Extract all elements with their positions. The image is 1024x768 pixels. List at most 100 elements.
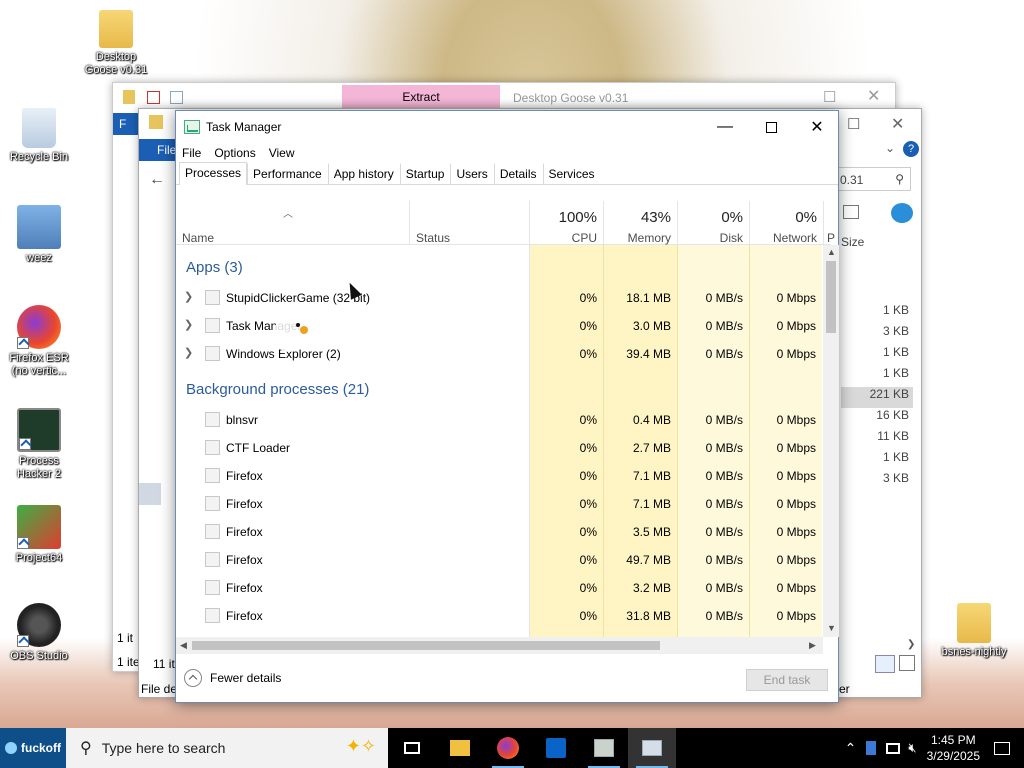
tab-details[interactable]: Details bbox=[493, 163, 543, 184]
task-manager-icon bbox=[642, 740, 662, 756]
vertical-scrollbar[interactable]: ▲ ▼ bbox=[823, 245, 839, 637]
scroll-up-arrow[interactable]: ▲ bbox=[827, 247, 836, 257]
tab-app-history[interactable]: App history bbox=[327, 163, 400, 184]
outlook-icon bbox=[546, 738, 566, 758]
memory-total: 43% bbox=[640, 209, 671, 226]
network-icon[interactable] bbox=[886, 742, 901, 754]
shortcut-arrow-icon bbox=[19, 438, 31, 450]
minimize-button[interactable]: — bbox=[702, 111, 748, 143]
file-menu-tab[interactable]: F bbox=[113, 113, 139, 135]
clock[interactable]: 1:45 PM 3/29/2025 bbox=[927, 732, 980, 764]
process-icon bbox=[205, 496, 220, 511]
process-icon bbox=[205, 580, 220, 595]
column-name[interactable]: Name bbox=[182, 231, 214, 245]
column-disk[interactable]: 0% Disk bbox=[677, 201, 749, 245]
size-column-header[interactable]: Size bbox=[841, 235, 864, 249]
close-icon[interactable]: ✕ bbox=[891, 114, 904, 134]
app-icon bbox=[205, 346, 220, 361]
taskbar-process-hacker[interactable] bbox=[580, 728, 628, 768]
desktop-icon-project64[interactable]: Project64 bbox=[3, 505, 75, 565]
preview-pane-icon[interactable] bbox=[843, 205, 859, 219]
task-manager-titlebar: Task Manager — ✕ bbox=[176, 111, 838, 143]
share-icon[interactable] bbox=[891, 203, 913, 223]
desktop-icon-obs[interactable]: OBS Studio bbox=[3, 603, 75, 663]
column-memory[interactable]: 43% Memory bbox=[603, 201, 677, 245]
tab-processes[interactable]: Processes bbox=[179, 162, 248, 185]
close-button[interactable]: ✕ bbox=[794, 111, 840, 143]
column-cpu[interactable]: 100% CPU bbox=[529, 201, 603, 245]
table-row[interactable]: Firefox 0% 3.2 MB 0 MB/s 0 Mbps bbox=[176, 573, 822, 601]
start-button[interactable]: fuckoff bbox=[0, 728, 66, 768]
desktop-icon-goose-folder[interactable]: Desktop Goose v0.31 bbox=[80, 10, 152, 77]
clock-time: 1:45 PM bbox=[930, 733, 976, 747]
task-view-button[interactable] bbox=[388, 728, 436, 768]
chevron-right-icon[interactable]: ❯ bbox=[184, 290, 193, 303]
column-status-cell[interactable]: Status bbox=[409, 201, 529, 245]
desktop-icon-firefox[interactable]: Firefox ESR (no vertic... bbox=[3, 305, 75, 378]
volume-muted-icon[interactable]: 🔇︎ bbox=[908, 740, 916, 756]
table-row[interactable]: Firefox 0% 49.7 MB 0 MB/s 0 Mbps bbox=[176, 545, 822, 573]
folder-icon bbox=[957, 603, 991, 643]
table-row[interactable]: ❯ StupidClickerGame (32 bit) 0% 18.1 MB … bbox=[176, 283, 822, 311]
obs-icon bbox=[17, 603, 61, 647]
fewer-details-button[interactable]: Fewer details bbox=[184, 669, 281, 687]
table-row[interactable]: Firefox 0% 7.1 MB 0 MB/s 0 Mbps bbox=[176, 489, 822, 517]
usb-drive-icon[interactable] bbox=[866, 741, 877, 755]
scroll-left-arrow[interactable]: ◀ bbox=[180, 640, 187, 651]
table-row[interactable]: Firefox 0% 3.5 MB 0 MB/s 0 Mbps bbox=[176, 517, 822, 545]
taskbar-file-explorer[interactable] bbox=[436, 728, 484, 768]
desktop-icon-recycle-bin[interactable]: Recycle Bin bbox=[3, 108, 75, 164]
menu-options[interactable]: Options bbox=[214, 146, 255, 160]
taskbar-outlook[interactable] bbox=[532, 728, 580, 768]
maximize-icon[interactable]: ☐ bbox=[823, 88, 836, 106]
notifications-icon[interactable] bbox=[994, 741, 1010, 755]
table-row[interactable]: ❯ Windows Explorer (2) 0% 39.4 MB 0 MB/s… bbox=[176, 339, 822, 367]
chevron-down-icon[interactable]: ⌄ bbox=[885, 141, 895, 155]
extract-tab[interactable]: Extract bbox=[342, 85, 500, 109]
scroll-down-arrow[interactable]: ▼ bbox=[827, 623, 836, 633]
vertical-scroll-thumb[interactable] bbox=[826, 261, 836, 333]
task-manager-icon bbox=[184, 120, 200, 134]
tab-users[interactable]: Users bbox=[450, 163, 493, 184]
chevron-right-icon[interactable]: ❯ bbox=[184, 318, 193, 331]
firefox-icon bbox=[17, 305, 61, 349]
horizontal-scroll-thumb[interactable] bbox=[192, 641, 660, 650]
menu-file[interactable]: File bbox=[182, 146, 201, 160]
file-menu-tab[interactable]: File bbox=[139, 139, 179, 161]
taskbar-search-box[interactable]: ⚲ Type here to search ✦✧ bbox=[66, 728, 388, 768]
table-row[interactable]: Firefox 0% 31.8 MB 0 MB/s 0 Mbps bbox=[176, 601, 822, 629]
chevron-up-icon[interactable]: ⌃ bbox=[845, 740, 857, 757]
column-network[interactable]: 0% Network bbox=[749, 201, 823, 245]
back-arrow-icon[interactable]: ← bbox=[149, 171, 165, 189]
tab-performance[interactable]: Performance bbox=[247, 163, 328, 184]
desktop-icon-weez[interactable]: weez bbox=[3, 205, 75, 265]
tab-startup[interactable]: Startup bbox=[399, 163, 451, 184]
maximize-icon[interactable]: ☐ bbox=[847, 115, 860, 133]
maximize-button[interactable] bbox=[748, 111, 794, 143]
column-power[interactable]: P bbox=[823, 201, 835, 245]
desktop-icon-bsnes[interactable]: bsnes-nightly bbox=[938, 603, 1010, 659]
table-row[interactable]: CTF Loader 0% 2.7 MB 0 MB/s 0 Mbps bbox=[176, 433, 822, 461]
help-icon[interactable]: ? bbox=[903, 141, 919, 157]
task-manager-window[interactable]: Task Manager — ✕ File Options View Proce… bbox=[175, 110, 839, 703]
desktop-icon-process-hacker[interactable]: Process Hacker 2 bbox=[3, 408, 75, 481]
details-view-icon[interactable] bbox=[875, 655, 895, 673]
memory-label: Memory bbox=[627, 231, 671, 245]
search-box[interactable]: 0.31 ⚲ bbox=[835, 167, 911, 191]
taskbar-firefox[interactable] bbox=[484, 728, 532, 768]
menu-view[interactable]: View bbox=[269, 146, 295, 160]
tab-services[interactable]: Services bbox=[542, 163, 601, 184]
menu-bar: File Options View bbox=[176, 143, 838, 163]
table-row[interactable]: blnsvr 0% 0.4 MB 0 MB/s 0 Mbps bbox=[176, 405, 822, 433]
chevron-right-icon[interactable]: ❯ bbox=[184, 346, 193, 359]
end-task-button[interactable]: End task bbox=[746, 669, 828, 691]
taskbar-task-manager[interactable] bbox=[628, 728, 676, 768]
scroll-right-arrow[interactable]: ❯ bbox=[907, 639, 915, 650]
close-icon[interactable]: ✕ bbox=[867, 86, 880, 106]
process-list[interactable]: Apps (3) ❯ StupidClickerGame (32 bit) 0%… bbox=[176, 245, 822, 637]
shortcut-arrow-icon bbox=[17, 337, 29, 349]
column-header-row: ︿ Name Status 100% CPU 43% Memory 0% Dis… bbox=[176, 201, 835, 245]
scroll-right-arrow[interactable]: ▶ bbox=[809, 640, 816, 651]
large-icons-view-icon[interactable] bbox=[899, 655, 915, 671]
table-row[interactable]: Firefox 0% 7.1 MB 0 MB/s 0 Mbps bbox=[176, 461, 822, 489]
